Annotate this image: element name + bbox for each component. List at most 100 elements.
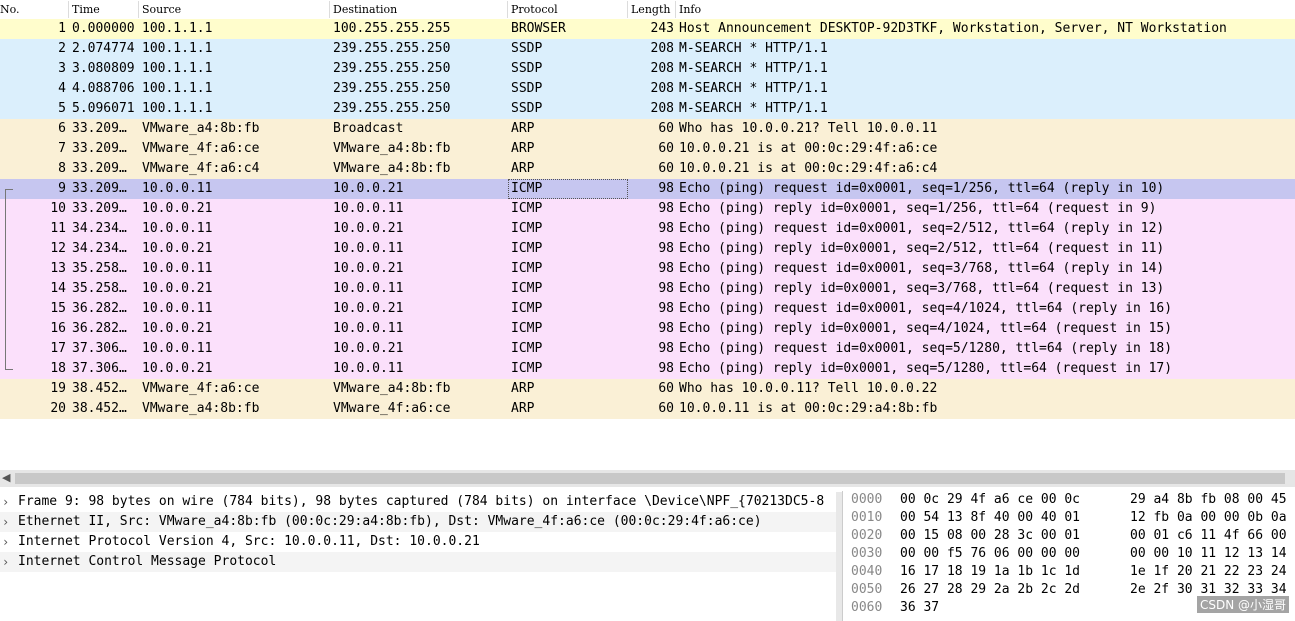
packet-cell-no: 17 <box>50 341 66 356</box>
related-packets-line <box>5 189 6 369</box>
packet-cell-len: 60 <box>658 141 674 156</box>
reply-marker-icon <box>5 369 13 370</box>
packet-cell-src: 10.0.0.21 <box>142 321 213 336</box>
watermark: CSDN @小湿哥 <box>1196 596 1289 613</box>
expand-chevron-icon[interactable]: › <box>2 552 9 572</box>
detail-tree-item[interactable]: › Internet Control Message Protocol <box>0 552 836 572</box>
scrollbar-thumb[interactable] <box>15 473 1285 484</box>
packet-cell-proto: ARP <box>511 381 535 396</box>
packet-row[interactable]: 10 33.209… 10.0.0.21 10.0.0.11 ICMP 98 Echo (p… <box>0 199 1295 219</box>
packet-row[interactable]: 4 4.088706 100.1.1.1 239.255.255.250 SSDP 208… <box>0 79 1295 99</box>
packet-row[interactable]: 1 0.000000 100.1.1.1 100.255.255.255 BROWSER… <box>0 19 1295 39</box>
detail-tree-label: Internet Protocol Version 4, Src: 10.0.0… <box>18 534 480 549</box>
packet-row[interactable]: 5 5.096071 100.1.1.1 239.255.255.250 SSDP 208… <box>0 99 1295 119</box>
packet-list-header: No. Time Source Destination Protocol Len… <box>0 0 1295 20</box>
column-header-length[interactable]: Length <box>631 3 670 18</box>
packet-cell-dst: 10.0.0.21 <box>333 341 404 356</box>
column-divider[interactable] <box>675 1 676 18</box>
column-divider[interactable] <box>329 1 330 18</box>
column-header-info[interactable]: Info <box>679 3 701 18</box>
packet-row[interactable]: 13 35.258… 10.0.0.11 10.0.0.21 ICMP 98 Echo (p… <box>0 259 1295 279</box>
detail-tree-label: Frame 9: 98 bytes on wire (784 bits), 98… <box>18 494 825 509</box>
packet-row[interactable]: 15 36.282… 10.0.0.11 10.0.0.21 ICMP 98 Echo (p… <box>0 299 1295 319</box>
hex-bytes: 00 01 c6 11 4f 66 00 00 <box>1130 528 1295 543</box>
packet-cell-time: 2.074774 <box>72 41 134 56</box>
packet-list-horizontal-scrollbar[interactable]: ◀ <box>0 470 1295 487</box>
packet-cell-src: 100.1.1.1 <box>142 41 213 56</box>
packet-row[interactable]: 9 33.209… 10.0.0.11 10.0.0.21 ICMP 98 Echo (pi… <box>0 179 1295 199</box>
hex-row[interactable]: 0020 00 15 08 00 28 3c 00 01 00 01 c6 11 4… <box>843 527 1295 545</box>
column-divider[interactable] <box>68 1 69 18</box>
packet-cell-len: 208 <box>650 61 674 76</box>
packet-row[interactable]: 12 34.234… 10.0.0.21 10.0.0.11 ICMP 98 Echo (p… <box>0 239 1295 259</box>
packet-row[interactable]: 7 33.209… VMware_4f:a6:ce VMware_a4:8b:fb AR… <box>0 139 1295 159</box>
packet-cell-info: 10.0.0.11 is at 00:0c:29:a4:8b:fb <box>679 401 938 416</box>
packet-cell-no: 6 <box>58 121 66 136</box>
column-header-time[interactable]: Time <box>72 3 100 18</box>
packet-cell-no: 2 <box>58 41 66 56</box>
packet-cell-proto: ICMP <box>511 341 543 356</box>
packet-cell-no: 15 <box>50 301 66 316</box>
packet-cell-dst: 10.0.0.11 <box>333 241 404 256</box>
packet-cell-info: Who has 10.0.0.21? Tell 10.0.0.11 <box>679 121 938 136</box>
hex-row[interactable]: 0000 00 0c 29 4f a6 ce 00 0c 29 a4 8b fb 0… <box>843 491 1295 509</box>
packet-row[interactable]: 17 37.306… 10.0.0.11 10.0.0.21 ICMP 98 Echo (p… <box>0 339 1295 359</box>
column-divider[interactable] <box>507 1 508 18</box>
packet-row[interactable]: 19 38.452… VMware_4f:a6:ce VMware_a4:8b:fb A… <box>0 379 1295 399</box>
packet-row[interactable]: 6 33.209… VMware_a4:8b:fb Broadcast ARP 60 Who… <box>0 119 1295 139</box>
packet-row[interactable]: 16 36.282… 10.0.0.21 10.0.0.11 ICMP 98 Echo (p… <box>0 319 1295 339</box>
column-header-source[interactable]: Source <box>142 3 181 18</box>
packet-cell-proto: ICMP <box>511 261 543 276</box>
column-header-protocol[interactable]: Protocol <box>511 3 558 18</box>
packet-cell-proto: SSDP <box>511 101 543 116</box>
packet-row[interactable]: 18 37.306… 10.0.0.21 10.0.0.11 ICMP 98 Echo (p… <box>0 359 1295 379</box>
hex-row[interactable]: 0030 00 00 f5 76 06 00 00 00 00 00 10 11 1… <box>843 545 1295 563</box>
packet-cell-time: 33.209… <box>72 121 127 136</box>
packet-row[interactable]: 3 3.080809 100.1.1.1 239.255.255.250 SSDP 208… <box>0 59 1295 79</box>
hex-row[interactable]: 0040 16 17 18 19 1a 1b 1c 1d 1e 1f 20 21 2… <box>843 563 1295 581</box>
packet-row[interactable]: 20 38.452… VMware_a4:8b:fb VMware_4f:a6:ce A… <box>0 399 1295 419</box>
detail-tree-item[interactable]: › Frame 9: 98 bytes on wire (784 bits), 9… <box>0 492 836 512</box>
column-divider[interactable] <box>138 1 139 18</box>
packet-cell-proto: ARP <box>511 141 535 156</box>
column-divider[interactable] <box>627 1 628 18</box>
detail-tree-item[interactable]: › Ethernet II, Src: VMware_a4:8b:fb (00:0… <box>0 512 836 532</box>
packet-cell-dst: 239.255.255.250 <box>333 41 451 56</box>
hex-bytes: 26 27 28 29 2a 2b 2c 2d <box>900 582 1081 597</box>
packet-cell-len: 208 <box>650 41 674 56</box>
packet-cell-proto: SSDP <box>511 81 543 96</box>
expand-chevron-icon[interactable]: › <box>2 512 9 532</box>
column-header-no[interactable]: No. <box>0 3 20 18</box>
detail-tree-item[interactable]: › Internet Protocol Version 4, Src: 10.0.… <box>0 532 836 552</box>
packet-cell-dst: 10.0.0.11 <box>333 201 404 216</box>
packet-cell-src: 100.1.1.1 <box>142 101 213 116</box>
packet-cell-info: Echo (ping) reply id=0x0001, seq=1/256, … <box>679 201 1157 216</box>
packet-row[interactable]: 14 35.258… 10.0.0.21 10.0.0.11 ICMP 98 Echo (p… <box>0 279 1295 299</box>
hex-bytes: 1e 1f 20 21 22 23 24 25 <box>1130 564 1295 579</box>
scroll-left-arrow-icon[interactable]: ◀ <box>2 471 10 484</box>
packet-row[interactable]: 2 2.074774 100.1.1.1 239.255.255.250 SSDP 208… <box>0 39 1295 59</box>
hex-offset: 0030 <box>851 546 883 561</box>
packet-cell-len: 98 <box>658 221 674 236</box>
packet-cell-proto: ARP <box>511 161 535 176</box>
packet-cell-src: VMware_4f:a6:ce <box>142 381 260 396</box>
column-header-destination[interactable]: Destination <box>333 3 397 18</box>
hex-bytes: 36 37 <box>900 600 940 615</box>
packet-cell-src: VMware_a4:8b:fb <box>142 121 260 136</box>
packet-cell-info: M-SEARCH * HTTP/1.1 <box>679 101 828 116</box>
packet-row[interactable]: 8 33.209… VMware_4f:a6:c4 VMware_a4:8b:fb AR… <box>0 159 1295 179</box>
packet-cell-info: M-SEARCH * HTTP/1.1 <box>679 41 828 56</box>
hex-row[interactable]: 0010 00 54 13 8f 40 00 40 01 12 fb 0a 00 0… <box>843 509 1295 527</box>
packet-cell-dst: 10.0.0.11 <box>333 361 404 376</box>
packet-cell-proto: ICMP <box>511 301 543 316</box>
hex-bytes: 00 15 08 00 28 3c 00 01 <box>900 528 1081 543</box>
packet-row[interactable]: 11 34.234… 10.0.0.11 10.0.0.21 ICMP 98 Echo (p… <box>0 219 1295 239</box>
expand-chevron-icon[interactable]: › <box>2 492 9 512</box>
expand-chevron-icon[interactable]: › <box>2 532 9 552</box>
packet-cell-len: 98 <box>658 281 674 296</box>
packet-cell-dst: Broadcast <box>333 121 404 136</box>
packet-cell-info: Echo (ping) request id=0x0001, seq=4/102… <box>679 301 1173 316</box>
packet-cell-info: M-SEARCH * HTTP/1.1 <box>679 61 828 76</box>
packet-cell-len: 243 <box>650 21 674 36</box>
packet-cell-time: 36.282… <box>72 301 127 316</box>
